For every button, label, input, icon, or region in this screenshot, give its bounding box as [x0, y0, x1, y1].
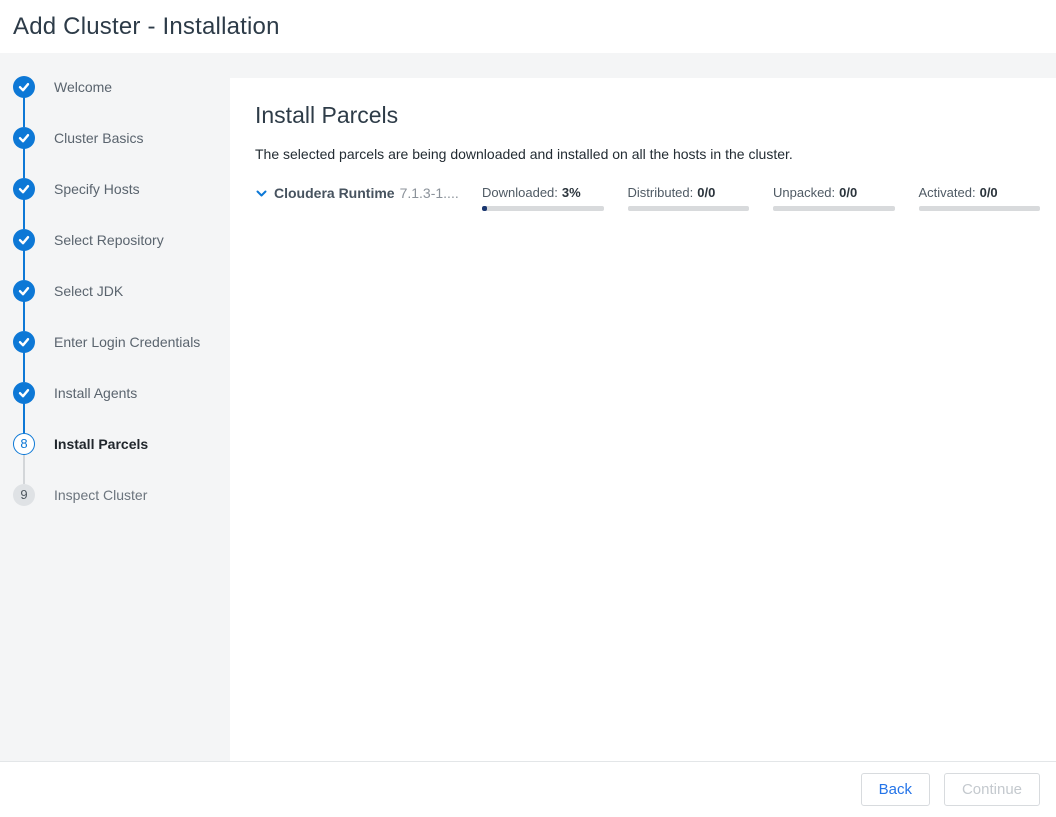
wizard-steps-sidebar: Welcome Cluster Basics Specify Hosts [0, 53, 230, 761]
step-number-badge: 8 [13, 433, 35, 455]
progress-label: Unpacked: [773, 185, 835, 200]
step-label: Select JDK [54, 283, 123, 299]
progress-distributed: Distributed:0/0 [628, 185, 750, 211]
progress-value: 0/0 [697, 185, 715, 200]
step-connector-line [23, 148, 25, 178]
progress-value: 3% [562, 185, 581, 200]
step-complete-icon [13, 331, 35, 353]
step-connector-line [23, 454, 25, 484]
sidebar-item-install-agents[interactable]: Install Agents [13, 367, 230, 418]
sidebar-item-specify-hosts[interactable]: Specify Hosts [13, 163, 230, 214]
progress-label: Distributed: [628, 185, 694, 200]
progress-activated: Activated: 0/0 [919, 185, 1041, 211]
step-complete-icon [13, 280, 35, 302]
step-complete-icon [13, 178, 35, 200]
step-label: Welcome [54, 79, 112, 95]
sidebar-item-welcome[interactable]: Welcome [13, 61, 230, 112]
progress-bar [773, 206, 895, 211]
parcel-name-block: Cloudera Runtime 7.1.3-1.... [255, 185, 482, 201]
step-label: Inspect Cluster [54, 487, 147, 503]
sidebar-item-select-jdk[interactable]: Select JDK [13, 265, 230, 316]
step-complete-icon [13, 76, 35, 98]
progress-unpacked: Unpacked: 0/0 [773, 185, 895, 211]
step-number-badge: 9 [13, 484, 35, 506]
progress-value: 0/0 [980, 185, 998, 200]
install-parcels-panel: Install Parcels The selected parcels are… [230, 78, 1056, 761]
sidebar-item-select-repository[interactable]: Select Repository [13, 214, 230, 265]
step-label: Select Repository [54, 232, 164, 248]
sidebar-item-inspect-cluster: 9 Inspect Cluster [13, 469, 230, 520]
step-label: Specify Hosts [54, 181, 140, 197]
step-connector-line [23, 250, 25, 280]
step-list: Welcome Cluster Basics Specify Hosts [13, 61, 230, 520]
step-connector-line [23, 199, 25, 229]
sidebar-item-cluster-basics[interactable]: Cluster Basics [13, 112, 230, 163]
step-label: Enter Login Credentials [54, 334, 200, 350]
progress-bar-fill [482, 206, 487, 211]
progress-downloaded: Downloaded: 3% [482, 185, 604, 211]
add-cluster-wizard: Add Cluster - Installation Welcome Clust… [0, 0, 1056, 817]
sidebar-item-enter-login-credentials[interactable]: Enter Login Credentials [13, 316, 230, 367]
step-label: Install Parcels [54, 436, 148, 452]
parcel-row: Cloudera Runtime 7.1.3-1.... Downloaded:… [255, 185, 1040, 211]
page-header: Add Cluster - Installation [0, 0, 1056, 53]
step-connector-line [23, 352, 25, 382]
progress-label: Downloaded: [482, 185, 558, 200]
step-connector-line [23, 301, 25, 331]
step-connector-line [23, 97, 25, 127]
wizard-body: Welcome Cluster Basics Specify Hosts [0, 53, 1056, 762]
step-label: Install Agents [54, 385, 137, 401]
page-title: Add Cluster - Installation [13, 13, 280, 41]
progress-value: 0/0 [839, 185, 857, 200]
parcel-progress-columns: Downloaded:3% Distributed:0/0 [482, 185, 1040, 211]
parcel-name: Cloudera Runtime [274, 185, 395, 201]
step-complete-icon [13, 382, 35, 404]
step-connector-line [23, 403, 25, 433]
step-complete-icon [13, 229, 35, 251]
progress-bar [628, 206, 750, 211]
progress-bar [919, 206, 1041, 211]
parcel-version: 7.1.3-1.... [400, 185, 459, 201]
step-label: Cluster Basics [54, 130, 143, 146]
back-button[interactable]: Back [861, 773, 930, 806]
continue-button[interactable]: Continue [944, 773, 1040, 806]
main-content-area: Install Parcels The selected parcels are… [230, 53, 1056, 761]
chevron-down-icon[interactable] [255, 187, 268, 200]
wizard-footer: Back Continue [0, 762, 1056, 817]
content-description: The selected parcels are being downloade… [255, 146, 1040, 162]
content-heading: Install Parcels [255, 102, 1040, 129]
progress-label: Activated: [919, 185, 976, 200]
progress-bar [482, 206, 604, 211]
sidebar-item-install-parcels[interactable]: 8 Install Parcels [13, 418, 230, 469]
step-complete-icon [13, 127, 35, 149]
